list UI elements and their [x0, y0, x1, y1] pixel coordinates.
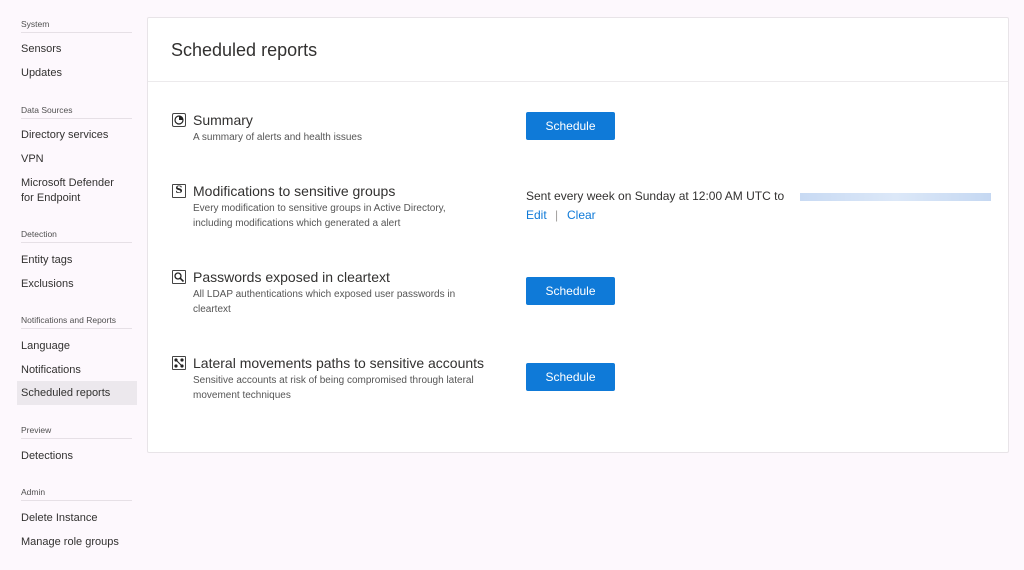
sidebar-item-notifications[interactable]: Notifications — [17, 363, 137, 378]
sensitive-groups-icon: S — [172, 184, 186, 198]
sidebar-item-microsoft-defender[interactable]: Microsoft Defender for Endpoint — [17, 176, 137, 206]
group-header-notifications-reports: Notifications and Reports — [21, 315, 132, 329]
report-title: Summary — [193, 112, 253, 128]
report-description: Sensitive accounts at risk of being comp… — [193, 373, 518, 403]
report-description-line: cleartext — [193, 304, 231, 315]
pie-chart-icon — [172, 113, 186, 127]
sidebar-item-exclusions[interactable]: Exclusions — [17, 277, 137, 292]
sidebar-item-scheduled-reports[interactable]: Scheduled reports — [17, 381, 137, 405]
schedule-button-passwords[interactable]: Schedule — [526, 277, 615, 305]
schedule-button-summary[interactable]: Schedule — [526, 112, 615, 140]
title-divider — [148, 81, 1008, 82]
sidebar-item-entity-tags[interactable]: Entity tags — [17, 253, 137, 268]
link-separator: | — [555, 208, 559, 222]
report-title: Modifications to sensitive groups — [193, 183, 396, 199]
report-description: All LDAP authentications which exposed u… — [193, 287, 518, 317]
report-description: Every modification to sensitive groups i… — [193, 201, 518, 231]
report-description-line: Sensitive accounts at risk of being comp… — [193, 375, 474, 386]
sidebar-item-vpn[interactable]: VPN — [17, 152, 137, 167]
report-title: Lateral movements paths to sensitive acc… — [193, 355, 485, 371]
report-title: Passwords exposed in cleartext — [193, 269, 390, 285]
magnifier-icon — [172, 270, 186, 284]
schedule-button-lateral[interactable]: Schedule — [526, 363, 615, 391]
sidebar-item-directory-services[interactable]: Directory services — [17, 128, 137, 143]
report-description-line: movement techniques — [193, 390, 291, 401]
edit-link[interactable]: Edit — [526, 208, 547, 222]
page-title: Scheduled reports — [171, 40, 318, 60]
sidebar-item-sensors[interactable]: Sensors — [17, 42, 137, 57]
sidebar-item-label: Microsoft Defender — [21, 177, 114, 189]
redacted-recipient — [800, 193, 991, 201]
sidebar-item-manage-role-groups[interactable]: Manage role groups — [17, 535, 137, 550]
report-description-line: A summary of alerts and health issues — [193, 132, 362, 143]
report-description: A summary of alerts and health issues — [193, 130, 518, 145]
schedule-status-text: Sent every week on Sunday at 12:00 AM UT… — [526, 189, 785, 203]
report-description-line: including modifications which generated … — [193, 218, 401, 229]
lateral-paths-icon — [172, 356, 186, 370]
group-header-system: System — [21, 19, 132, 33]
sidebar-item-language[interactable]: Language — [17, 339, 137, 354]
group-header-preview: Preview — [21, 425, 132, 439]
sidebar-item-detections[interactable]: Detections — [17, 449, 137, 464]
sidebar-item-updates[interactable]: Updates — [17, 66, 137, 81]
group-header-data-sources: Data Sources — [21, 105, 132, 119]
settings-sidebar: System Sensors Updates Data Sources Dire… — [0, 0, 140, 570]
group-header-detection: Detection — [21, 229, 132, 243]
report-description-line: All LDAP authentications which exposed u… — [193, 289, 456, 300]
group-header-admin: Admin — [21, 487, 132, 501]
clear-link[interactable]: Clear — [567, 208, 596, 222]
scheduled-reports-card: Scheduled reports Summary A summary of a… — [147, 17, 1009, 453]
sidebar-item-delete-instance[interactable]: Delete Instance — [17, 511, 137, 526]
sidebar-item-label: for Endpoint — [21, 192, 81, 204]
report-description-line: Every modification to sensitive groups i… — [193, 203, 446, 214]
